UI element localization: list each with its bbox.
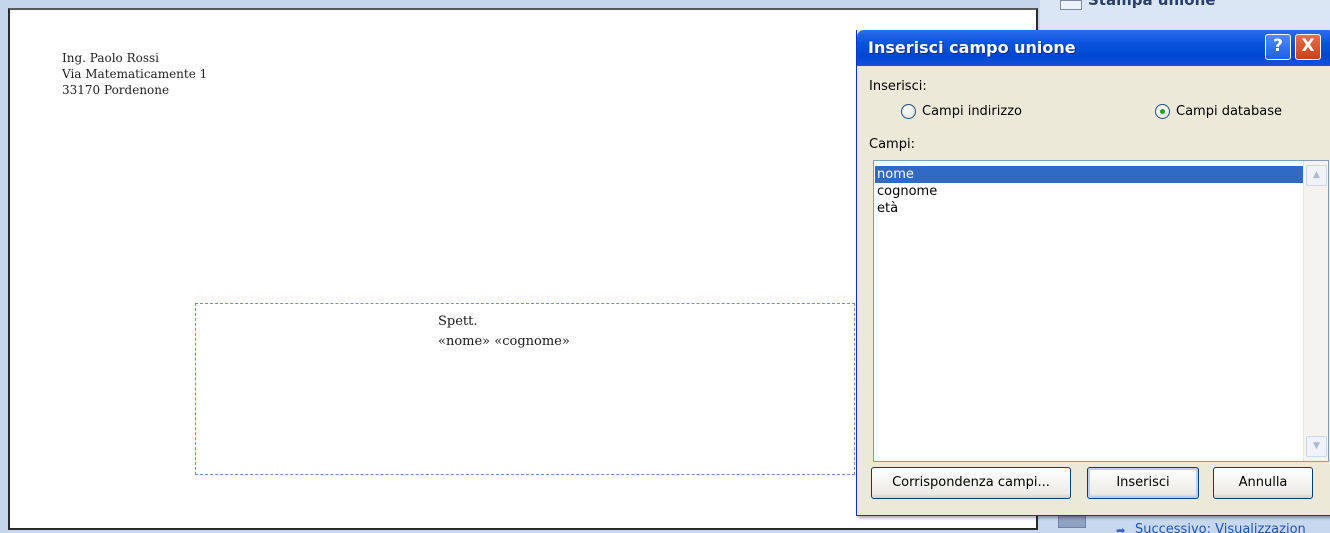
fields-scrollbar[interactable]: ▲ ▼ <box>1303 161 1328 461</box>
next-step-link[interactable]: Successivo: Visualizzazion <box>1115 522 1306 533</box>
insert-merge-field-dialog: Inserisci campo unione ? X Inserisci: Ca… <box>856 30 1330 516</box>
recipient-address[interactable]: Spett. «nome» «cognome» <box>438 312 570 352</box>
radio-database-circle[interactable] <box>1155 104 1170 119</box>
scroll-up-icon[interactable]: ▲ <box>1306 165 1327 186</box>
list-item[interactable]: nome <box>875 166 1303 183</box>
sender-address[interactable]: Ing. Paolo Rossi Via Matematicamente 1 3… <box>62 50 207 98</box>
close-button[interactable]: X <box>1295 34 1321 60</box>
radio-database-label[interactable]: Campi database <box>1176 104 1282 119</box>
next-step-label[interactable]: Successivo: Visualizzazion <box>1135 522 1306 533</box>
list-item[interactable]: cognome <box>875 183 1303 200</box>
dialog-title: Inserisci campo unione <box>868 38 1076 57</box>
match-fields-button[interactable]: Corrispondenza campi... <box>871 467 1071 499</box>
insert-button[interactable]: Inserisci <box>1087 467 1199 499</box>
dialog-titlebar[interactable]: Inserisci campo unione ? X <box>857 30 1330 66</box>
scroll-down-icon[interactable]: ▼ <box>1306 436 1327 457</box>
sender-line[interactable]: Via Matematicamente 1 <box>62 66 207 82</box>
cancel-button[interactable]: Annulla <box>1213 467 1313 499</box>
sender-line[interactable]: Ing. Paolo Rossi <box>62 50 207 66</box>
recipient-line[interactable]: Spett. <box>438 312 570 332</box>
insert-group-label: Inserisci: <box>869 79 927 94</box>
help-button[interactable]: ? <box>1265 34 1291 60</box>
radio-database-fields[interactable]: Campi database <box>1155 104 1282 119</box>
list-item[interactable]: età <box>875 200 1303 217</box>
fields-label: Campi: <box>869 137 915 152</box>
radio-address-fields[interactable]: Campi indirizzo <box>901 104 1022 119</box>
sender-line[interactable]: 33170 Pordenone <box>62 82 207 98</box>
recipient-merge-fields[interactable]: «nome» «cognome» <box>438 332 570 352</box>
mail-merge-icon <box>1060 0 1082 10</box>
radio-address-label[interactable]: Campi indirizzo <box>922 104 1022 119</box>
radio-address-circle[interactable] <box>901 104 916 119</box>
fields-listbox[interactable]: nome cognome età ▲ ▼ <box>873 160 1329 462</box>
task-pane-title: Stampa unione <box>1088 0 1216 9</box>
